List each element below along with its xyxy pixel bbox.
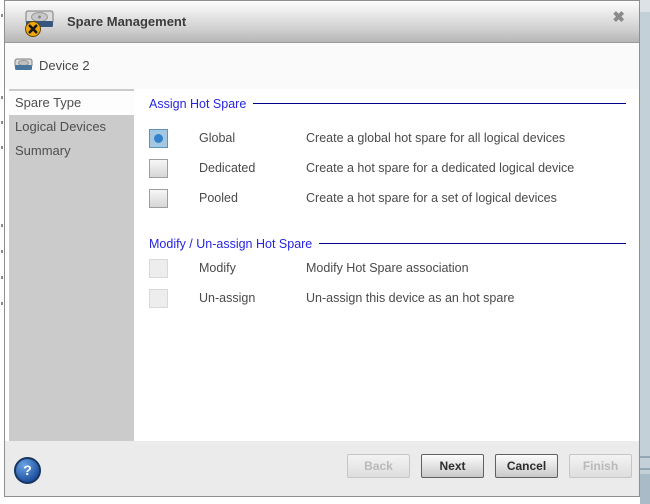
background-text-fragment xyxy=(1,121,3,124)
wizard-steps-sidebar: Spare Type Logical Devices Summary xyxy=(9,89,134,441)
next-button[interactable]: Next xyxy=(421,454,484,478)
option-description: Create a hot spare for a dedicated logic… xyxy=(306,159,574,178)
close-icon[interactable]: ✖ xyxy=(612,10,625,26)
option-dedicated-checkbox[interactable] xyxy=(149,159,168,178)
option-global-checkbox[interactable] xyxy=(149,129,168,148)
option-label: Un-assign xyxy=(199,289,255,308)
option-pooled-checkbox[interactable] xyxy=(149,189,168,208)
dialog-main: Spare Type Logical Devices Summary Assig… xyxy=(5,89,639,441)
section-title: Assign Hot Spare xyxy=(149,97,246,111)
spare-management-dialog: Spare Management ✖ Device 2 Spare Type L… xyxy=(4,0,640,497)
background-scrollbar-strip xyxy=(640,0,650,504)
option-description: Create a hot spare for a set of logical … xyxy=(306,189,557,208)
option-row-modify: Modify Modify Hot Spare association xyxy=(134,259,639,279)
device-disk-icon xyxy=(14,57,34,73)
option-row-global: Global Create a global hot spare for all… xyxy=(134,129,639,149)
section-rule xyxy=(319,243,626,244)
sidebar-item-logical-devices[interactable]: Logical Devices xyxy=(9,115,134,139)
sidebar-item-label: Spare Type xyxy=(15,95,81,110)
finish-button: Finish xyxy=(569,454,632,478)
background-text-fragment xyxy=(1,250,3,253)
option-label: Modify xyxy=(199,259,236,278)
footer-buttons: Back Next Cancel Finish xyxy=(347,454,632,478)
section-assign-hot-spare: Assign Hot Spare xyxy=(149,95,626,112)
scrollbar-divider xyxy=(640,468,650,470)
option-row-pooled: Pooled Create a hot spare for a set of l… xyxy=(134,189,639,209)
cancel-button[interactable]: Cancel xyxy=(495,454,558,478)
sidebar-item-summary[interactable]: Summary xyxy=(9,139,134,163)
option-label: Pooled xyxy=(199,189,238,208)
dialog-title: Spare Management xyxy=(67,1,186,42)
sidebar-item-label: Summary xyxy=(15,143,71,158)
background-text-fragment xyxy=(1,96,3,99)
section-rule xyxy=(253,103,626,104)
option-row-unassign: Un-assign Un-assign this device as an ho… xyxy=(134,289,639,309)
option-description: Modify Hot Spare association xyxy=(306,259,469,278)
section-modify-unassign: Modify / Un-assign Hot Spare xyxy=(149,235,626,252)
option-label: Global xyxy=(199,129,235,148)
help-icon[interactable]: ? xyxy=(14,457,41,484)
dialog-footer: ? Back Next Cancel Finish xyxy=(5,441,639,496)
option-description: Un-assign this device as an hot spare xyxy=(306,289,514,308)
scrollbar-top-segment xyxy=(640,0,650,12)
device-header: Device 2 xyxy=(5,43,639,89)
background-text-fragment xyxy=(1,302,3,305)
background-text-fragment xyxy=(1,14,3,17)
option-row-dedicated: Dedicated Create a hot spare for a dedic… xyxy=(134,159,639,179)
option-label: Dedicated xyxy=(199,159,255,178)
background-text-fragment xyxy=(1,146,3,149)
radio-dot xyxy=(154,134,163,143)
spare-management-icon xyxy=(23,5,57,39)
dialog-titlebar: Spare Management ✖ xyxy=(5,1,639,43)
scrollbar-bottom-segment xyxy=(640,474,650,504)
sidebar-item-label: Logical Devices xyxy=(15,119,106,134)
option-modify-checkbox xyxy=(149,259,168,278)
spare-type-panel: Assign Hot Spare Global Create a global … xyxy=(134,89,639,441)
scrollbar-divider xyxy=(640,456,650,458)
device-name: Device 2 xyxy=(39,43,90,89)
section-title: Modify / Un-assign Hot Spare xyxy=(149,237,312,251)
option-description: Create a global hot spare for all logica… xyxy=(306,129,565,148)
back-button: Back xyxy=(347,454,410,478)
background-text-fragment xyxy=(1,224,3,227)
sidebar-item-spare-type[interactable]: Spare Type xyxy=(9,91,134,115)
option-unassign-checkbox xyxy=(149,289,168,308)
background-text-fragment xyxy=(1,276,3,279)
